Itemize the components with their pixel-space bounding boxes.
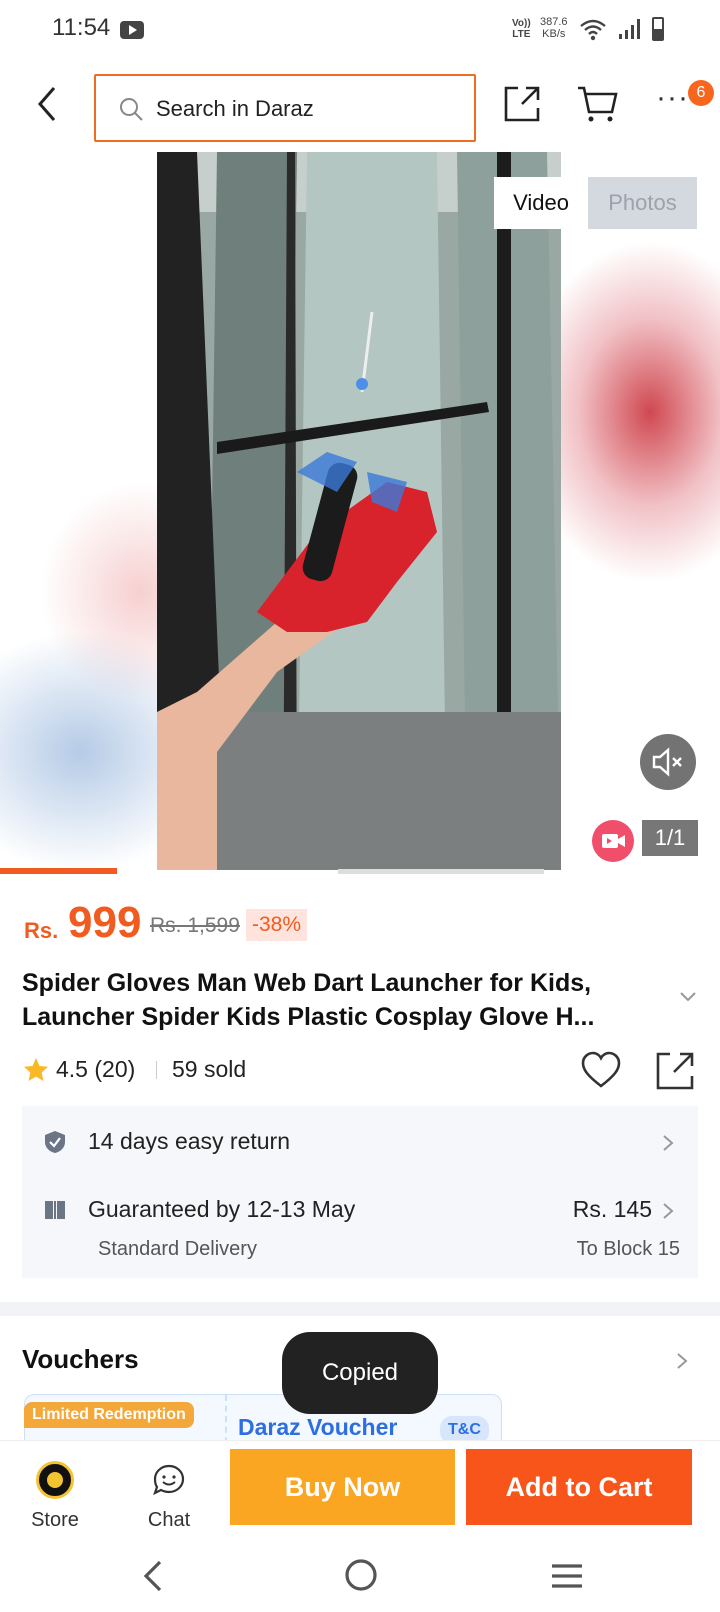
- delivery-fee: Rs. 145: [572, 1196, 652, 1222]
- return-policy-row[interactable]: 14 days easy return: [22, 1106, 698, 1178]
- sold-count: 59 sold: [172, 1056, 247, 1082]
- limited-redemption-badge: Limited Redemption: [24, 1402, 194, 1428]
- tab-video[interactable]: Video: [494, 177, 588, 229]
- delivery-type: Standard Delivery: [98, 1238, 257, 1260]
- chevron-right-icon[interactable]: [676, 1352, 688, 1370]
- product-title[interactable]: Spider Gloves Man Web Dart Launcher for …: [22, 966, 662, 1034]
- battery-icon: [652, 17, 664, 41]
- store-label: Store: [31, 1509, 79, 1531]
- section-divider: [0, 1302, 720, 1316]
- product-title-line: Spider Gloves Man Web Dart Launcher for …: [22, 969, 592, 997]
- status-time: 11:54: [52, 14, 111, 41]
- tab-photos[interactable]: Photos: [588, 177, 697, 229]
- system-nav-bar: [0, 1544, 720, 1612]
- search-bar[interactable]: [94, 74, 476, 142]
- network-speed: 387.6 KB/s: [540, 16, 568, 40]
- media-progress-indicator: [0, 868, 117, 874]
- price-amount: 999: [68, 898, 142, 947]
- media-counter: 1/1: [642, 820, 698, 856]
- voucher-name: Daraz Voucher: [238, 1414, 398, 1440]
- chevron-right-icon: [663, 1203, 674, 1219]
- video-frame-image: [157, 152, 561, 870]
- bottom-action-bar: Store Chat Buy Now Add to Cart: [0, 1440, 720, 1544]
- network-speed-value: 387.6: [540, 16, 568, 28]
- notification-badge: 6: [688, 80, 714, 106]
- mute-button[interactable]: [640, 734, 696, 790]
- original-price: Rs. 1,599: [150, 914, 240, 937]
- rating-value[interactable]: 4.5 (20): [56, 1056, 135, 1083]
- discount-badge: -38%: [246, 909, 308, 941]
- buy-now-button[interactable]: Buy Now: [230, 1449, 455, 1525]
- copied-toast: Copied: [282, 1332, 438, 1414]
- lte-label: LTE: [512, 29, 531, 40]
- store-logo: [36, 1461, 74, 1499]
- search-icon: [120, 98, 143, 121]
- network-speed-unit: KB/s: [542, 28, 566, 40]
- media-tabs: Video Photos: [494, 177, 697, 229]
- share-icon[interactable]: [654, 1050, 696, 1092]
- volte-indicator: Vo)) LTE: [512, 18, 531, 40]
- delivery-location: To Block 15: [576, 1238, 680, 1260]
- wishlist-heart-icon[interactable]: [580, 1050, 622, 1090]
- shield-check-icon: [45, 1131, 65, 1153]
- voucher-divider: [225, 1395, 227, 1440]
- wifi-icon: [580, 19, 606, 41]
- nav-menu-icon[interactable]: [550, 1562, 584, 1590]
- search-input[interactable]: [156, 94, 456, 124]
- price-currency: Rs.: [24, 918, 59, 943]
- product-title-line: Launcher Spider Kids Plastic Cosplay Glo…: [22, 1003, 595, 1031]
- youtube-notification-icon: [120, 21, 144, 39]
- chevron-right-icon: [663, 1135, 674, 1151]
- delivery-box-icon: [45, 1201, 65, 1219]
- divider: [156, 1061, 157, 1079]
- chat-label: Chat: [147, 1509, 191, 1531]
- video-camera-icon[interactable]: [592, 820, 634, 862]
- service-info: 14 days easy return Guaranteed by 12-13 …: [22, 1106, 698, 1278]
- price-row: Rs. 999 Rs. 1,599 -38%: [22, 898, 702, 948]
- nav-home-icon[interactable]: [344, 1558, 378, 1592]
- media-progress-track: [338, 869, 544, 874]
- chat-bubble-icon: [153, 1464, 185, 1496]
- product-video[interactable]: [157, 152, 561, 870]
- volte-label: Vo)): [512, 18, 531, 29]
- status-bar: 11:54 Vo)) LTE 387.6 KB/s: [0, 0, 720, 60]
- return-policy-text: 14 days easy return: [88, 1128, 291, 1154]
- video-camera-glyph: [602, 834, 625, 848]
- product-media: Video Photos 1/1: [0, 152, 720, 874]
- share-icon[interactable]: [502, 84, 542, 124]
- star-icon: [24, 1058, 48, 1081]
- speaker-muted-icon: [652, 747, 682, 777]
- delivery-guarantee-text: Guaranteed by 12-13 May: [88, 1196, 356, 1222]
- rating-row: 4.5 (20) 59 sold: [22, 1050, 702, 1090]
- top-nav: ··· 6: [0, 60, 720, 152]
- signal-icon: [619, 19, 640, 39]
- terms-badge[interactable]: T&C: [440, 1416, 489, 1440]
- chevron-down-icon[interactable]: [678, 990, 698, 1004]
- cart-icon[interactable]: [576, 84, 620, 124]
- delivery-row[interactable]: Guaranteed by 12-13 May Standard Deliver…: [22, 1178, 698, 1278]
- back-arrow-icon[interactable]: [28, 82, 68, 126]
- add-to-cart-button[interactable]: Add to Cart: [466, 1449, 692, 1525]
- nav-back-icon[interactable]: [140, 1558, 166, 1594]
- chat-button[interactable]: Chat: [134, 1461, 204, 1533]
- store-button[interactable]: Store: [20, 1461, 90, 1533]
- vouchers-title: Vouchers: [22, 1344, 139, 1374]
